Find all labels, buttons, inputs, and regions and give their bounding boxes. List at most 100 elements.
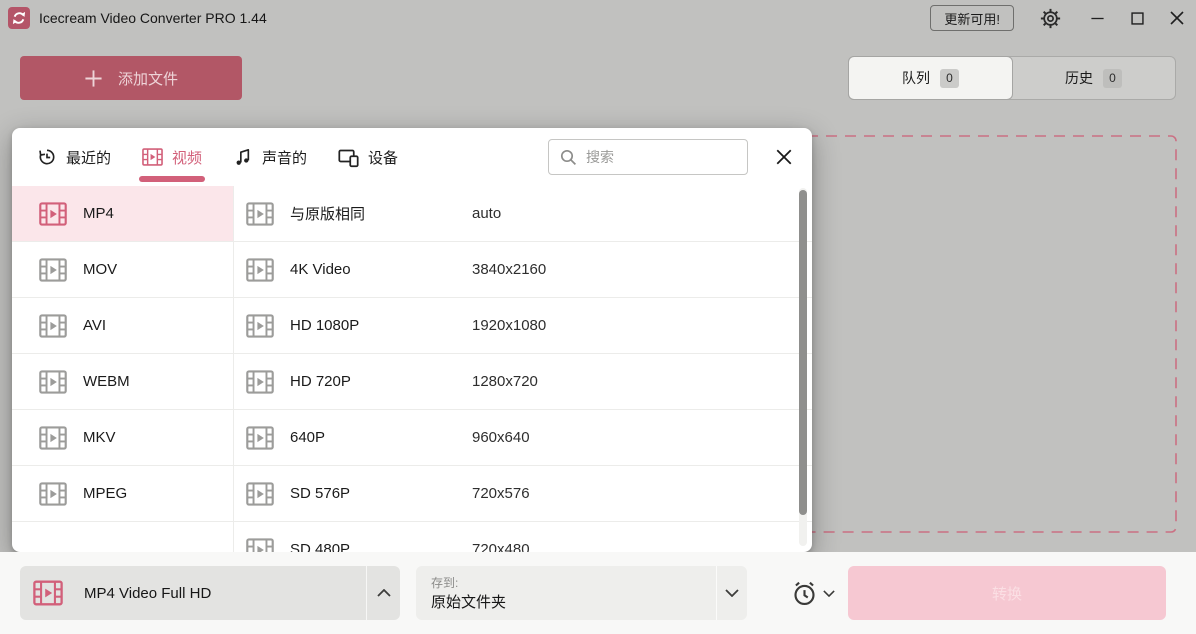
footer-bar: MP4 Video Full HD 存到: 原始文件夹 转换 — [0, 552, 1196, 634]
maximize-button[interactable] — [1128, 8, 1146, 28]
format-row-mov[interactable]: MOV — [12, 242, 233, 298]
save-to-dropdown-button[interactable] — [716, 566, 747, 620]
history-icon — [37, 147, 57, 167]
panel-body: MP4 MOV AVI WEBM MKV — [12, 186, 812, 552]
schedule-button[interactable] — [791, 566, 835, 620]
save-to-value: 原始文件夹 — [431, 591, 506, 612]
add-files-button[interactable]: 添加文件 — [20, 56, 242, 100]
preset-row-576p[interactable]: SD 576P 720x576 — [234, 466, 812, 522]
panel-tab-video[interactable]: 视频 — [142, 128, 202, 186]
format-label: MOV — [83, 261, 117, 278]
save-to-select[interactable]: 存到: 原始文件夹 — [416, 566, 747, 620]
title-bar: Icecream Video Converter PRO 1.44 更新可用! — [0, 0, 1196, 36]
format-row-mkv[interactable]: MKV — [12, 410, 233, 466]
search-icon — [560, 149, 577, 166]
history-count-badge: 0 — [1103, 69, 1122, 88]
preset-resolution: 1920x1080 — [472, 317, 546, 334]
format-label: MPEG — [83, 485, 127, 502]
format-list: MP4 MOV AVI WEBM MKV — [12, 186, 234, 552]
film-play-icon — [39, 258, 67, 282]
minimize-icon — [1090, 11, 1105, 26]
search-input[interactable] — [586, 149, 736, 165]
preset-row-1080p[interactable]: HD 1080P 1920x1080 — [234, 298, 812, 354]
queue-count-badge: 0 — [940, 69, 959, 88]
film-play-icon — [39, 482, 67, 506]
preset-row-4k[interactable]: 4K Video 3840x2160 — [234, 242, 812, 298]
preset-resolution: 3840x2160 — [472, 261, 546, 278]
chevron-down-icon — [725, 589, 739, 597]
close-icon — [1169, 10, 1185, 26]
format-label: WEBM — [83, 373, 130, 390]
chevron-down-icon — [823, 590, 835, 597]
film-play-icon — [246, 482, 274, 506]
format-label: MP4 — [83, 205, 114, 222]
preset-name: SD 480P — [290, 541, 472, 552]
add-files-label: 添加文件 — [118, 68, 178, 89]
panel-tab-video-label: 视频 — [172, 147, 202, 168]
panel-tab-recent[interactable]: 最近的 — [37, 128, 111, 186]
film-play-icon — [39, 202, 67, 226]
preset-name: HD 1080P — [290, 317, 472, 334]
format-row-mpeg[interactable]: MPEG — [12, 466, 233, 522]
scrollbar-track[interactable] — [799, 188, 807, 546]
panel-tab-audio[interactable]: 声音的 — [233, 128, 307, 186]
app-title: Icecream Video Converter PRO 1.44 — [39, 10, 267, 26]
output-format-select[interactable]: MP4 Video Full HD — [20, 566, 400, 620]
preset-row-original[interactable]: 与原版相同 auto — [234, 186, 812, 242]
preset-resolution: auto — [472, 205, 501, 222]
app-window: Icecream Video Converter PRO 1.44 更新可用! … — [0, 0, 1196, 634]
close-window-button[interactable] — [1168, 8, 1186, 28]
update-available-button[interactable]: 更新可用! — [930, 5, 1014, 31]
refresh-icon — [11, 10, 27, 26]
preset-resolution: 720x480 — [472, 541, 530, 552]
panel-close-button[interactable] — [770, 143, 798, 171]
panel-tab-devices-label: 设备 — [368, 147, 398, 168]
preset-name: SD 576P — [290, 485, 472, 502]
tab-queue[interactable]: 队列 0 — [848, 56, 1013, 100]
format-row-avi[interactable]: AVI — [12, 298, 233, 354]
preset-name: 4K Video — [290, 261, 472, 278]
alarm-clock-icon — [791, 580, 818, 607]
preset-resolution: 720x576 — [472, 485, 530, 502]
film-play-icon — [246, 426, 274, 450]
minimize-button[interactable] — [1088, 8, 1106, 28]
music-notes-icon — [233, 147, 253, 167]
preset-resolution: 1280x720 — [472, 373, 538, 390]
save-to-label: 存到: — [431, 574, 458, 591]
close-icon — [775, 148, 793, 166]
output-format-value: MP4 Video Full HD — [84, 585, 211, 602]
search-box — [548, 139, 748, 175]
panel-tab-devices[interactable]: 设备 — [338, 128, 398, 186]
tab-history-label: 历史 — [1065, 68, 1093, 88]
film-play-icon — [39, 314, 67, 338]
preset-row-480p[interactable]: SD 480P 720x480 — [234, 522, 812, 552]
format-row-webm[interactable]: WEBM — [12, 354, 233, 410]
convert-button[interactable]: 转换 — [848, 566, 1166, 620]
chevron-up-icon — [377, 589, 391, 597]
devices-icon — [338, 147, 359, 168]
scrollbar-thumb[interactable] — [799, 190, 807, 515]
preset-name: 与原版相同 — [290, 203, 472, 224]
tab-history[interactable]: 历史 0 — [1012, 57, 1175, 99]
app-logo — [8, 7, 30, 29]
format-label: AVI — [83, 317, 106, 334]
film-play-icon — [39, 426, 67, 450]
film-play-icon — [33, 580, 63, 606]
output-format-collapse-button[interactable] — [366, 566, 400, 620]
film-play-icon — [246, 202, 274, 226]
preset-resolution: 960x640 — [472, 429, 530, 446]
preset-row-640p[interactable]: 640P 960x640 — [234, 410, 812, 466]
film-play-icon — [246, 370, 274, 394]
gear-icon — [1040, 8, 1061, 29]
maximize-icon — [1130, 11, 1145, 26]
queue-history-tabs: 队列 0 历史 0 — [848, 56, 1176, 100]
preset-row-720p[interactable]: HD 720P 1280x720 — [234, 354, 812, 410]
format-row-mp4[interactable]: MP4 — [12, 186, 233, 242]
plus-icon — [84, 69, 103, 88]
panel-header: 最近的 视频 声音的 设备 — [12, 128, 812, 186]
tab-queue-label: 队列 — [902, 68, 930, 88]
film-icon — [142, 148, 163, 166]
preset-name: 640P — [290, 429, 472, 446]
format-picker-panel: 最近的 视频 声音的 设备 — [12, 128, 812, 552]
settings-button[interactable] — [1038, 6, 1062, 30]
